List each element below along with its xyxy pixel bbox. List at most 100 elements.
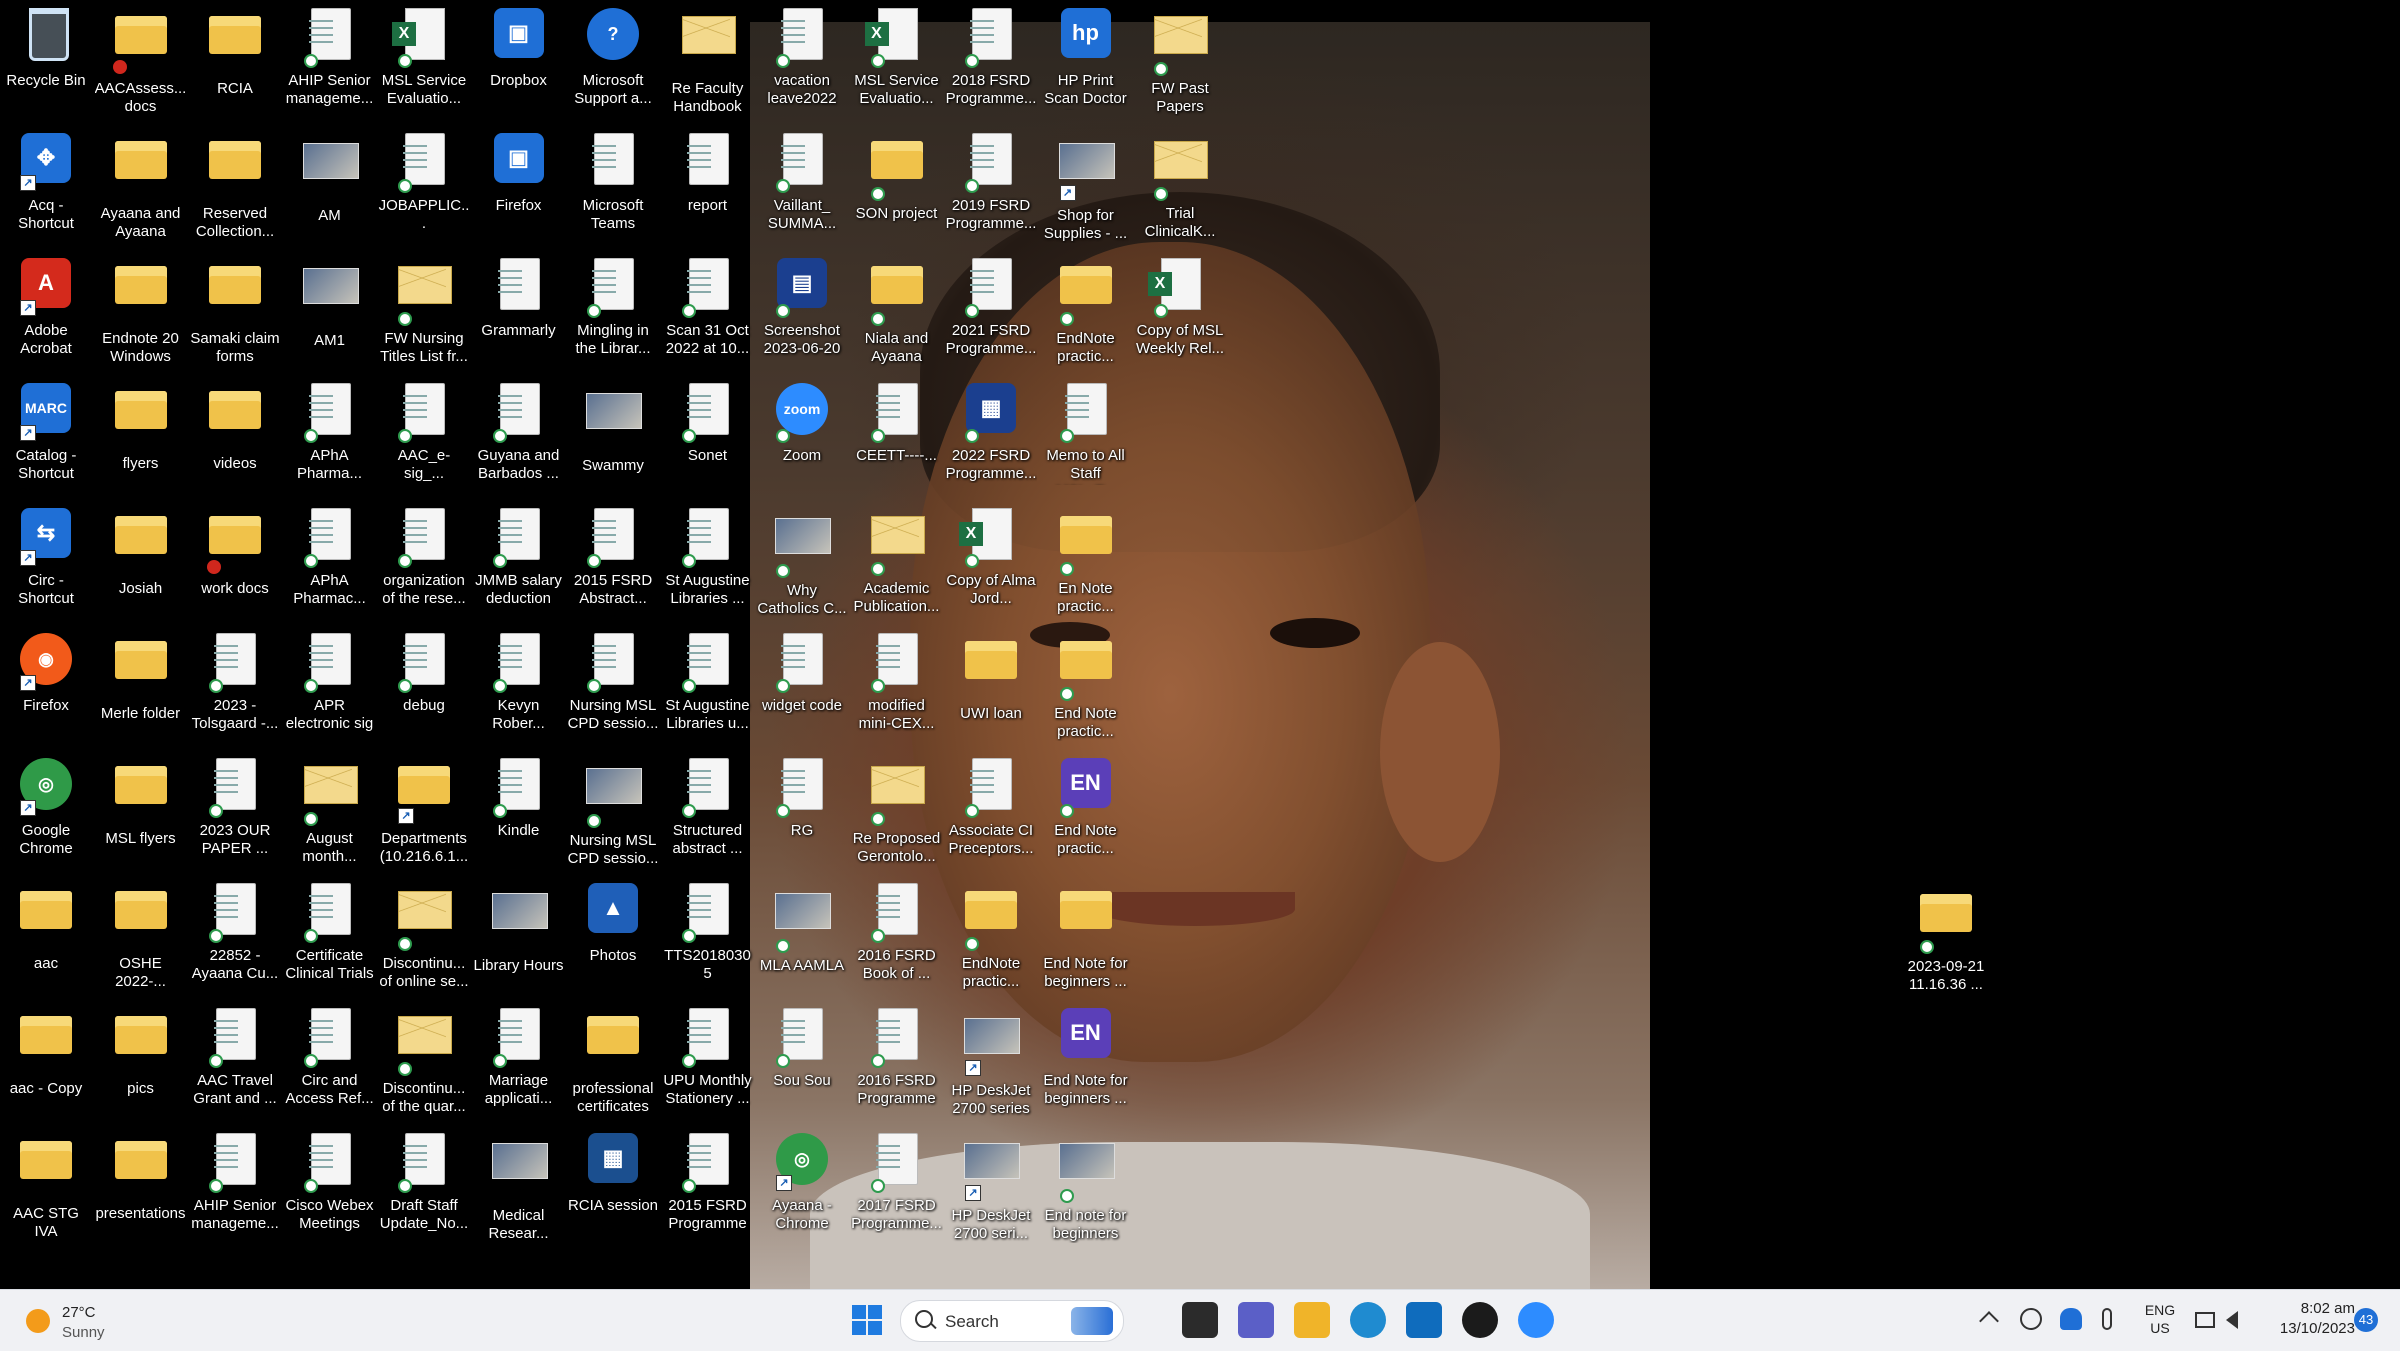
desktop-icon[interactable]: ↗ Departments (10.216.6.1...	[378, 752, 470, 876]
weather-widget[interactable]: 27°C Sunny	[22, 1300, 172, 1342]
desktop-icon[interactable]: presentations	[95, 1127, 187, 1251]
desktop-icon[interactable]: AACAssess... docs	[95, 2, 187, 126]
chat-icon[interactable]	[1238, 1302, 1274, 1338]
desktop-icon[interactable]: work docs	[189, 502, 281, 626]
desktop-icon[interactable]: Mingling in the Librar...	[567, 252, 659, 376]
desktop-icon[interactable]: Discontinu... of the quar...	[378, 1002, 470, 1126]
desktop-icon[interactable]: Cisco Webex Meetings	[284, 1127, 376, 1251]
desktop-icon[interactable]: widget code	[756, 627, 848, 751]
outlook-icon[interactable]	[1406, 1302, 1442, 1338]
desktop-icon[interactable]: EN End Note practic...	[1040, 752, 1132, 876]
desktop-icon[interactable]: ? Microsoft Support a...	[567, 2, 659, 126]
desktop-icon[interactable]: Circ and Access Ref...	[284, 1002, 376, 1126]
desktop-icon[interactable]: vacation leave2022	[756, 2, 848, 126]
desktop-icon[interactable]: report	[662, 127, 754, 251]
desktop-icon[interactable]: Memo to All Staff MSL_T...	[1040, 377, 1132, 501]
desktop-icon[interactable]: Endnote 20 Windows	[95, 252, 187, 376]
desktop-icon[interactable]: organization of the rese...	[378, 502, 470, 626]
file-explorer-icon[interactable]	[1294, 1302, 1330, 1338]
desktop-icon[interactable]: ▣ Firefox	[473, 127, 565, 251]
desktop-icon[interactable]: ▤ Screenshot 2023-06-20 ...	[756, 252, 848, 376]
desktop-icon[interactable]: MSL Service Evaluatio...	[851, 2, 943, 126]
desktop-icon[interactable]: Guyana and Barbados ...	[473, 377, 565, 501]
desktop-icon[interactable]: ▲ Photos	[567, 877, 659, 1001]
desktop-icon[interactable]: FW Nursing Titles List fr...	[378, 252, 470, 376]
desktop-icon[interactable]: Re Proposed Gerontolo...	[851, 752, 943, 876]
desktop-icon[interactable]: 2017 FSRD Programme...	[851, 1127, 943, 1251]
desktop-icon[interactable]: 2021 FSRD Programme...	[945, 252, 1037, 376]
edge-icon[interactable]	[1350, 1302, 1386, 1338]
desktop-icon[interactable]: AHIP Senior manageme...	[284, 2, 376, 126]
desktop-icon[interactable]: AM	[284, 127, 376, 251]
clock[interactable]: 8:02 am 13/10/2023	[2255, 1299, 2355, 1339]
desktop-icon[interactable]: MSL flyers	[95, 752, 187, 876]
onedrive-icon[interactable]	[2060, 1308, 2082, 1330]
desktop-icon[interactable]: AM1	[284, 252, 376, 376]
desktop-icon[interactable]: Sonet	[662, 377, 754, 501]
desktop-icon[interactable]: Re Faculty Handbook	[662, 2, 754, 126]
desktop-icon[interactable]: End note for beginners	[1040, 1127, 1132, 1251]
volume-icon[interactable]	[2226, 1311, 2238, 1329]
desktop-icon[interactable]: 2023 - Tolsgaard -...	[189, 627, 281, 751]
desktop-icon[interactable]: professional certificates	[567, 1002, 659, 1126]
desktop-icon[interactable]: Structured abstract ...	[662, 752, 754, 876]
desktop-icon[interactable]: 2015 FSRD Abstract...	[567, 502, 659, 626]
desktop-icon[interactable]: MARC ↗ Catalog - Shortcut	[0, 377, 92, 501]
desktop-icon[interactable]: Merle folder	[95, 627, 187, 751]
desktop-icon[interactable]: UWI loan	[945, 627, 1037, 751]
desktop-icon[interactable]: zoom Zoom	[756, 377, 848, 501]
desktop-icon[interactable]: ▣ Dropbox	[473, 2, 565, 126]
desktop-icon[interactable]: RG	[756, 752, 848, 876]
desktop-icon[interactable]: August month...	[284, 752, 376, 876]
desktop-icon[interactable]: APR electronic sig	[284, 627, 376, 751]
desktop-icon[interactable]: Copy of Alma Jord...	[945, 502, 1037, 626]
desktop-icon[interactable]: UPU Monthly Stationery ...	[662, 1002, 754, 1126]
desktop-icon[interactable]: FW Past Papers	[1134, 2, 1226, 126]
desktop-icon[interactable]: AAC STG IVA BookGrant	[0, 1127, 92, 1251]
desktop-icon[interactable]: 2019 FSRD Programme...	[945, 127, 1037, 251]
desktop-icon[interactable]: Nursing MSL CPD sessio...	[567, 752, 659, 876]
desktop-icon[interactable]: CEETT----...	[851, 377, 943, 501]
desktop-icon[interactable]: RCIA	[189, 2, 281, 126]
desktop-icon[interactable]: 2023 OUR PAPER ...	[189, 752, 281, 876]
start-button[interactable]	[852, 1305, 882, 1335]
desktop-icon[interactable]: 22852 - Ayaana Cu...	[189, 877, 281, 1001]
desktop-icon[interactable]: 2016 FSRD Programme	[851, 1002, 943, 1126]
desktop-icon[interactable]: Reserved Collection...	[189, 127, 281, 251]
desktop-icon[interactable]: St Augustine Libraries u...	[662, 627, 754, 751]
desktop-icon[interactable]: 2018 FSRD Programme...	[945, 2, 1037, 126]
desktop-icon[interactable]: A ↗ Adobe Acrobat	[0, 252, 92, 376]
desktop-icon[interactable]: EN End Note for beginners ...	[1040, 1002, 1132, 1126]
desktop-icon[interactable]: Medical Resear...	[473, 1127, 565, 1251]
task-view-icon[interactable]	[1182, 1302, 1218, 1338]
desktop-icon[interactable]: Library Hours	[473, 877, 565, 1001]
desktop-icon[interactable]: pics	[95, 1002, 187, 1126]
desktop-icon[interactable]: En Note practic...	[1040, 502, 1132, 626]
desktop-icon[interactable]: Trial ClinicalK...	[1134, 127, 1226, 251]
desktop-icon[interactable]: EndNote practic...	[945, 877, 1037, 1001]
desktop-icon[interactable]: aac - Copy	[0, 1002, 92, 1126]
notification-badge[interactable]: 43	[2354, 1308, 2378, 1332]
desktop-icon[interactable]: Grammarly	[473, 252, 565, 376]
desktop-icon[interactable]: JMMB salary deduction	[473, 502, 565, 626]
desktop-icon[interactable]: End Note practic...	[1040, 627, 1132, 751]
desktop-icon[interactable]: St Augustine Libraries ...	[662, 502, 754, 626]
media-player-icon[interactable]	[1462, 1302, 1498, 1338]
desktop-icon[interactable]: ✥ ↗ Acq - Shortcut	[0, 127, 92, 251]
desktop[interactable]: Recycle Bin ✥ ↗ Acq - Shortcut A ↗ Adobe Acrob…	[0, 0, 2400, 1289]
desktop-icon[interactable]: Kindle	[473, 752, 565, 876]
taskbar-search-box[interactable]: Search	[900, 1300, 1124, 1342]
desktop-icon[interactable]: Academic Publication...	[851, 502, 943, 626]
desktop-icon[interactable]: ▦ 2022 FSRD Programme...	[945, 377, 1037, 501]
desktop-icon[interactable]: ↗ HP DeskJet 2700 seri...	[945, 1127, 1037, 1251]
desktop-icon[interactable]: Nursing MSL CPD sessio...	[567, 627, 659, 751]
desktop-icon[interactable]: Scan 31 Oct 2022 at 10...	[662, 252, 754, 376]
desktop-icon[interactable]: Samaki claim forms	[189, 252, 281, 376]
desktop-icon[interactable]: SON project	[851, 127, 943, 251]
desktop-icon[interactable]: MLA AAMLA	[756, 877, 848, 1001]
desktop-icon[interactable]: ◎ ↗ Google Chrome	[0, 752, 92, 876]
desktop-icon[interactable]: Why Catholics C...	[756, 502, 848, 626]
desktop-icon[interactable]: APhA Pharmac...	[284, 502, 376, 626]
desktop-icon-screenshot-folder[interactable]: 2023-09-21 11.16.36 ...	[1900, 880, 1992, 1004]
desktop-icon[interactable]: ⇆ ↗ Circ - Shortcut	[0, 502, 92, 626]
